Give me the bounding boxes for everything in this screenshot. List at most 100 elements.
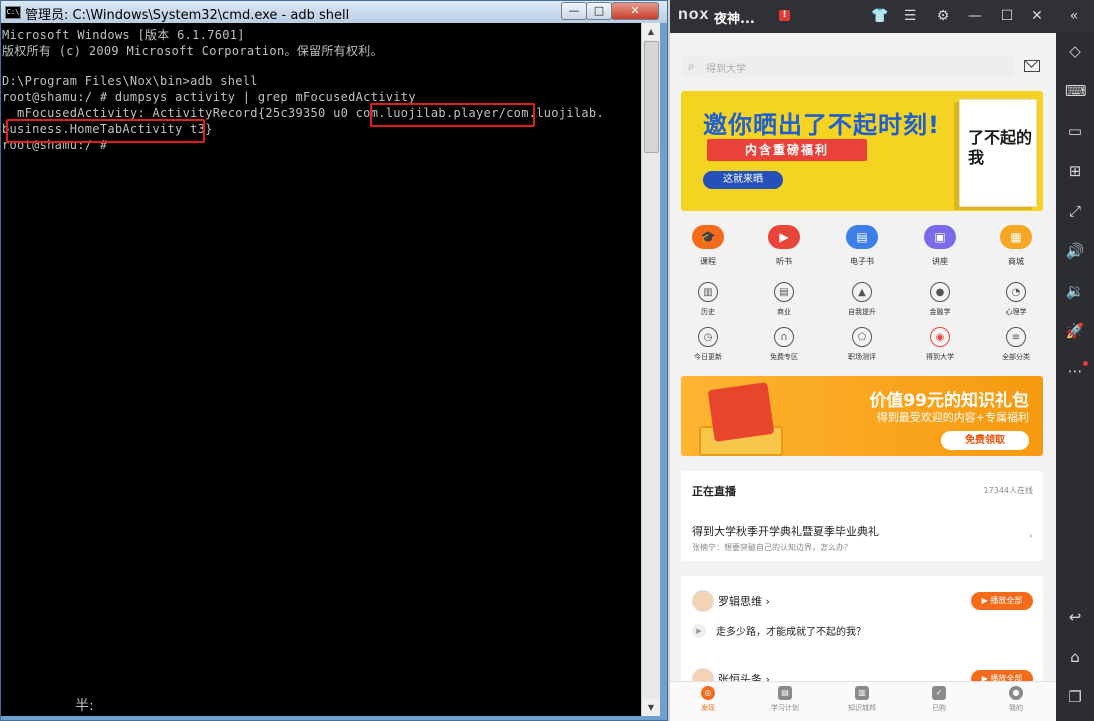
tab-label: 学习计划 (771, 704, 799, 712)
tab-discover[interactable]: ◎ 发现 (678, 686, 738, 713)
topic-business[interactable]: ▤ 商业 (764, 282, 804, 317)
topic-psychology[interactable]: ◔ 心理学 (996, 282, 1036, 317)
category-label: 讲座 (932, 257, 948, 266)
business-icon: ▤ (774, 282, 794, 302)
tab-label: 我的 (1009, 704, 1023, 712)
topic-all-categories[interactable]: ≡ 全部分类 (996, 327, 1036, 362)
topic-dedao-university[interactable]: ◉ 得到大学 (920, 327, 960, 362)
alert-icon[interactable]: ! (779, 10, 790, 21)
category-label: 电子书 (850, 257, 874, 266)
tab-label: 已购 (932, 704, 946, 712)
category-label: 课程 (700, 257, 716, 266)
scroll-up-arrow-icon[interactable]: ▲ (642, 23, 660, 40)
console-line: D:\Program Files\Nox\bin>adb shell (2, 74, 258, 88)
search-input[interactable]: 得到大学 (706, 60, 746, 75)
apk-icon[interactable]: ⊞ (1065, 161, 1085, 181)
shirt-icon[interactable]: 👕 (871, 7, 889, 25)
collapse-icon[interactable]: « (1065, 7, 1083, 25)
category-courses[interactable]: 🎓 课程 (688, 225, 728, 267)
tab-me[interactable]: ● 我的 (986, 686, 1046, 713)
clock-icon: ◷ (698, 327, 718, 347)
play-icon[interactable]: ▶ (692, 624, 706, 638)
volume-up-icon[interactable]: 🔊 (1065, 241, 1085, 261)
category-label: 听书 (776, 257, 792, 266)
topic-finance[interactable]: ● 金融学 (920, 282, 960, 317)
category-label: 商城 (1008, 257, 1024, 266)
book-cover: 了不起的我 (959, 99, 1037, 207)
owl-icon: ◉ (930, 327, 950, 347)
scroll-down-arrow-icon[interactable]: ▼ (642, 699, 660, 716)
avatar[interactable] (692, 590, 714, 612)
rotate-icon[interactable]: ◇ (1065, 41, 1085, 61)
category-audiobooks[interactable]: ▶ 听书 (764, 225, 804, 267)
home-icon[interactable]: ⌂ (1065, 647, 1085, 667)
console-line: root@shamu:/ # dumpsys activity | grep m… (2, 90, 416, 104)
live-headline[interactable]: 得到大学秋季开学典礼暨夏季毕业典礼 (692, 523, 879, 539)
maximize-button[interactable]: □ (586, 2, 612, 20)
close-icon[interactable]: ✕ (1028, 7, 1046, 25)
bottom-tab-bar: ◎ 发现 ▤ 学习计划 ▥ 知识城邦 ✓ 已购 ● 我的 (670, 681, 1056, 721)
minimize-button[interactable]: — (561, 2, 587, 20)
category-lectures[interactable]: ▣ 讲座 (920, 225, 960, 267)
console-output[interactable]: Microsoft Windows [版本 6.1.7601] 版权所有 (c)… (1, 23, 641, 716)
close-button[interactable]: ✕ (611, 2, 659, 20)
topic-label: 心理学 (1005, 308, 1027, 316)
topic-free-zone[interactable]: ∩ 免费专区 (764, 327, 804, 362)
coin-icon: ● (930, 282, 950, 302)
screen-icon[interactable]: ▭ (1065, 121, 1085, 141)
menu-icon[interactable]: ☰ (901, 7, 919, 25)
play-icon: ▶ (768, 225, 800, 249)
red-envelope-illustration (707, 382, 775, 442)
topic-career-test[interactable]: ⬠ 职场测评 (842, 327, 882, 362)
mail-icon[interactable] (1024, 60, 1040, 72)
gear-icon[interactable]: ⚙ (934, 7, 952, 25)
ime-status: 半: (75, 698, 94, 714)
vertical-scrollbar[interactable]: ▲ ▼ (641, 23, 660, 716)
search-icon: ⌕ (688, 59, 695, 73)
cmd-title-bar[interactable]: C:\ 管理员: C:\Windows\System32\cmd.exe - a… (1, 1, 667, 23)
minimize-icon[interactable]: — (966, 7, 984, 25)
fullscreen-icon[interactable]: ⤢ (1065, 201, 1085, 221)
live-section-title: 正在直播 (692, 485, 736, 498)
scrollbar-thumb[interactable] (644, 41, 659, 153)
category-ebooks[interactable]: ▤ 电子书 (842, 225, 882, 267)
tab-study-plan[interactable]: ▤ 学习计划 (755, 686, 815, 713)
promo-banner[interactable]: 邀你晒出了不起时刻! 内含重磅福利 这就来晒 了不起的我 (681, 91, 1043, 211)
more-icon[interactable]: ⋯ (1065, 361, 1085, 381)
tab-label: 知识城邦 (848, 704, 876, 712)
topic-label: 全部分类 (1002, 353, 1030, 361)
tab-knowledge-city[interactable]: ▥ 知识城邦 (832, 686, 892, 713)
play-all-button[interactable]: ▶ 播放全部 (971, 592, 1033, 610)
nox-title-bar[interactable]: nox 夜神... ! 👕 ☰ ⚙ — ☐ ✕ « (670, 0, 1094, 33)
keyboard-icon[interactable]: ⌨ (1065, 81, 1087, 101)
chevron-right-icon[interactable]: › (1029, 529, 1033, 542)
share-button[interactable]: 这就来晒 (703, 171, 783, 189)
topic-today-updates[interactable]: ◷ 今日更新 (688, 327, 728, 362)
recent-icon[interactable]: ❐ (1065, 687, 1085, 707)
volume-down-icon[interactable]: 🔉 (1065, 281, 1085, 301)
headphone-icon: ∩ (774, 327, 794, 347)
nox-sidebar: ◇ ⌨ ▭ ⊞ ⤢ 🔊 🔉 🚀 ⋯ ↩ ⌂ ❐ (1056, 33, 1094, 721)
category-store[interactable]: ▦ 商城 (996, 225, 1036, 267)
gift-banner-title: 价值99元的知识礼包 (869, 391, 1029, 411)
carousel-dots[interactable] (831, 201, 883, 211)
gift-pack-banner[interactable]: 价值99元的知识礼包 得到最受欢迎的内容+专属福利 免费领取 (681, 376, 1043, 456)
rocket-icon[interactable]: 🚀 (1065, 321, 1085, 341)
gift-banner-subtitle: 得到最受欢迎的内容+专属福利 (876, 411, 1029, 424)
topic-label: 职场测评 (848, 353, 876, 361)
back-icon[interactable]: ↩ (1065, 607, 1085, 627)
audio-feed: 罗辑思维 › ▶ 播放全部 ▶ 走多少路，才能成就了不起的我？ 张恒头条 › ▶… (681, 576, 1043, 696)
tab-purchased[interactable]: ✓ 已购 (909, 686, 969, 713)
plan-icon: ▤ (778, 686, 792, 700)
channel-name[interactable]: 罗辑思维 › (718, 593, 770, 609)
topic-history[interactable]: ▥ 历史 (688, 282, 728, 317)
banner-title: 邀你晒出了不起时刻! (703, 111, 940, 139)
maximize-icon[interactable]: ☐ (998, 7, 1016, 25)
topic-self-improvement[interactable]: ▲ 自我提升 (842, 282, 882, 317)
console-line: 版权所有 (c) 2009 Microsoft Corporation。保留所有… (2, 44, 383, 58)
search-bar[interactable]: ⌕ 得到大学 (682, 56, 1014, 78)
console-line: Microsoft Windows [版本 6.1.7601] (2, 28, 245, 42)
live-section[interactable]: 正在直播 17344人在线 得到大学秋季开学典礼暨夏季毕业典礼 张楠宁：想要突破… (681, 471, 1043, 561)
claim-free-button[interactable]: 免费领取 (941, 431, 1029, 450)
topic-label: 历史 (701, 308, 715, 316)
